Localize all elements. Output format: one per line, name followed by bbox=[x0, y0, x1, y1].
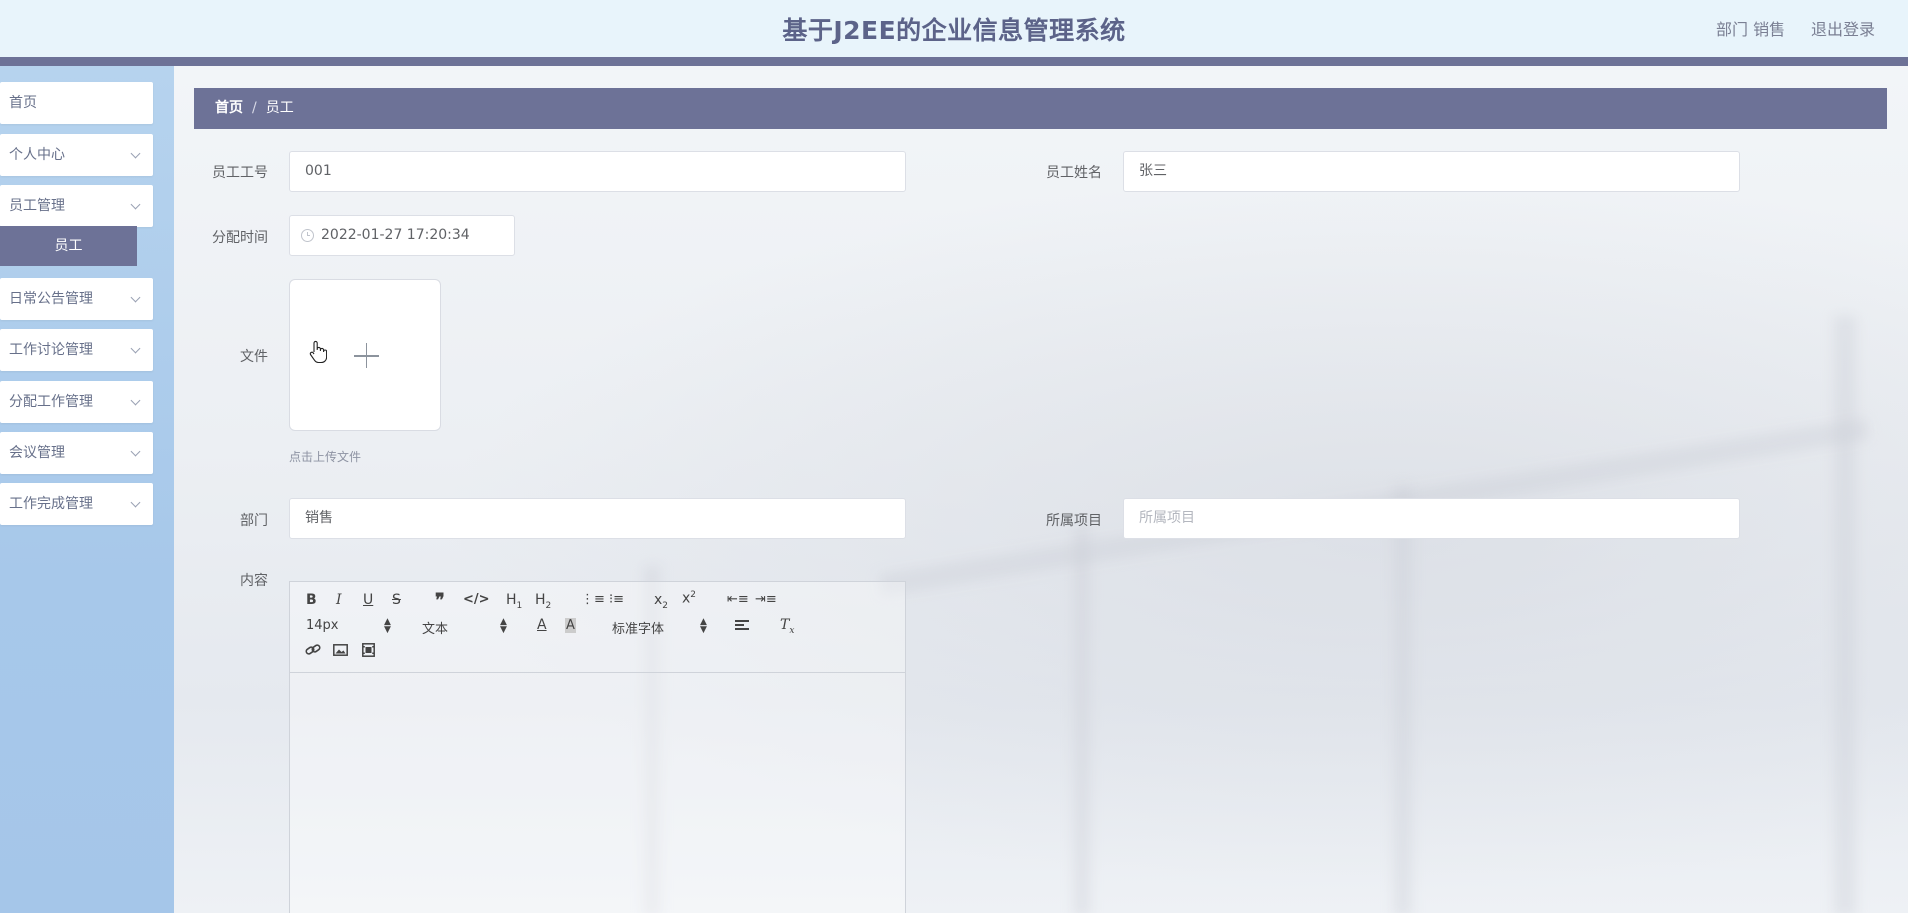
sidebar-item-label: 工作讨论管理 bbox=[9, 342, 93, 358]
emp-no-label: 员工工号 bbox=[212, 165, 268, 181]
sidebar-item-home[interactable]: 首页 bbox=[0, 82, 153, 124]
sidebar-item-work-discussion[interactable]: 工作讨论管理 bbox=[0, 329, 153, 371]
strikethrough-icon[interactable]: S bbox=[392, 592, 401, 608]
sidebar-item-daily-notice[interactable]: 日常公告管理 bbox=[0, 278, 153, 320]
background-color-icon[interactable]: A bbox=[565, 618, 576, 633]
app-title: 基于J2EE的企业信息管理系统 bbox=[782, 16, 1126, 45]
font-family-value: 标准字体 bbox=[612, 622, 665, 637]
chevron-down-icon bbox=[130, 292, 141, 303]
font-size-value: 14px bbox=[306, 618, 339, 633]
dept-field[interactable]: 销售 bbox=[289, 498, 906, 539]
superscript-icon[interactable]: x2 bbox=[682, 590, 696, 607]
font-color-icon[interactable]: A bbox=[537, 617, 547, 633]
top-header: 基于J2EE的企业信息管理系统 部门 销售 退出登录 bbox=[0, 0, 1908, 57]
project-label: 所属项目 bbox=[1046, 513, 1102, 529]
sidebar-item-personal-center[interactable]: 个人中心 bbox=[0, 134, 153, 176]
select-arrows-icon: ▲ ▼ bbox=[384, 617, 391, 635]
outdent-icon[interactable]: ⇤≡ bbox=[727, 592, 749, 607]
sidebar-item-label: 员工管理 bbox=[9, 198, 65, 214]
italic-icon[interactable]: I bbox=[336, 592, 342, 608]
project-field[interactable]: 所属项目 bbox=[1123, 498, 1740, 539]
content-label: 内容 bbox=[240, 573, 268, 589]
editor-toolbar: B I U S ❞ </> H1 H2 ⋮≡ ⁝≡ x2 x2 ⇤≡ ⇥≡ 14… bbox=[290, 582, 905, 673]
select-arrows-icon: ▲ ▼ bbox=[500, 617, 507, 635]
chevron-down-icon bbox=[130, 446, 141, 457]
sidebar-item-label: 工作完成管理 bbox=[9, 496, 93, 512]
font-family-select[interactable]: 标准字体 ▲ ▼ bbox=[612, 617, 708, 638]
sidebar-item-employee-management[interactable]: 员工管理 bbox=[0, 185, 153, 227]
ordered-list-icon[interactable]: ⋮≡ bbox=[581, 592, 605, 607]
assign-time-picker[interactable]: 2022-01-27 17:20:34 bbox=[289, 215, 515, 256]
sidebar-item-work-completion[interactable]: 工作完成管理 bbox=[0, 483, 153, 525]
file-upload-button[interactable] bbox=[289, 279, 441, 431]
clock-icon bbox=[301, 229, 314, 242]
hand-pointer-icon bbox=[309, 340, 327, 364]
header-strip bbox=[0, 57, 1908, 66]
background-decoration bbox=[1834, 316, 1856, 913]
plus-icon bbox=[365, 343, 367, 368]
chevron-down-icon bbox=[130, 343, 141, 354]
sidebar-item-label: 个人中心 bbox=[9, 147, 65, 163]
heading-1-icon[interactable]: H1 bbox=[506, 592, 522, 611]
font-size-select[interactable]: 14px ▲ ▼ bbox=[306, 617, 392, 635]
header-select[interactable]: 文本 ▲ ▼ bbox=[422, 617, 508, 638]
heading-2-icon[interactable]: H2 bbox=[535, 592, 551, 611]
underline-icon[interactable]: U bbox=[363, 592, 373, 608]
blockquote-icon[interactable]: ❞ bbox=[435, 590, 445, 611]
clear-format-icon[interactable]: Tx bbox=[780, 617, 794, 636]
sidebar-item-label: 分配工作管理 bbox=[9, 394, 93, 410]
emp-name-label: 员工姓名 bbox=[1046, 165, 1102, 181]
video-icon[interactable] bbox=[362, 643, 375, 657]
sidebar-item-label: 日常公告管理 bbox=[9, 291, 93, 307]
emp-no-field[interactable]: 001 bbox=[289, 151, 906, 192]
chevron-down-icon bbox=[130, 497, 141, 508]
chevron-down-icon bbox=[130, 395, 141, 406]
emp-name-field[interactable]: 张三 bbox=[1123, 151, 1740, 192]
image-icon[interactable] bbox=[333, 644, 348, 656]
sidebar-item-label: 会议管理 bbox=[9, 445, 65, 461]
sidebar-item-label: 首页 bbox=[9, 95, 37, 111]
editor-content-area[interactable] bbox=[290, 673, 905, 913]
align-icon[interactable] bbox=[735, 620, 749, 632]
assign-time-value: 2022-01-27 17:20:34 bbox=[321, 227, 470, 243]
background-decoration bbox=[1394, 486, 1412, 913]
link-icon[interactable] bbox=[305, 643, 321, 657]
logout-link[interactable]: 退出登录 bbox=[1811, 16, 1875, 40]
subscript-icon[interactable]: x2 bbox=[654, 592, 668, 611]
rich-text-editor: B I U S ❞ </> H1 H2 ⋮≡ ⁝≡ x2 x2 ⇤≡ ⇥≡ 14… bbox=[289, 581, 906, 913]
select-arrows-icon: ▲ ▼ bbox=[700, 617, 707, 635]
sidebar-item-meeting[interactable]: 会议管理 bbox=[0, 432, 153, 474]
chevron-down-icon bbox=[130, 199, 141, 210]
assign-time-label: 分配时间 bbox=[212, 230, 268, 246]
current-dept: 部门 销售 bbox=[1716, 20, 1786, 39]
main-content: 首页 / 员工 员工工号 001 员工姓名 张三 分配时间 2022-01-27 1… bbox=[174, 66, 1908, 913]
bold-icon[interactable]: B bbox=[306, 592, 317, 608]
sidebar: 首页 个人中心 员工管理 员工 日常公告管理 工作讨论管理 分配工作管理 会议管… bbox=[0, 66, 174, 913]
breadcrumb-separator: / bbox=[252, 100, 257, 116]
sidebar-item-work-assignment[interactable]: 分配工作管理 bbox=[0, 381, 153, 423]
code-block-icon[interactable]: </> bbox=[463, 592, 490, 607]
background-decoration bbox=[1074, 526, 1090, 913]
chevron-down-icon bbox=[130, 148, 141, 159]
breadcrumb-home[interactable]: 首页 bbox=[215, 100, 243, 116]
breadcrumb: 首页 / 员工 bbox=[194, 88, 1887, 129]
dept-label: 部门 bbox=[240, 513, 268, 529]
breadcrumb-current: 员工 bbox=[265, 100, 294, 116]
header-select-value: 文本 bbox=[422, 622, 449, 637]
upload-tip: 点击上传文件 bbox=[289, 450, 362, 464]
file-label: 文件 bbox=[240, 349, 268, 365]
bullet-list-icon[interactable]: ⁝≡ bbox=[609, 592, 624, 607]
sidebar-subitem-employee[interactable]: 员工 bbox=[0, 226, 137, 266]
indent-icon[interactable]: ⇥≡ bbox=[755, 592, 777, 607]
